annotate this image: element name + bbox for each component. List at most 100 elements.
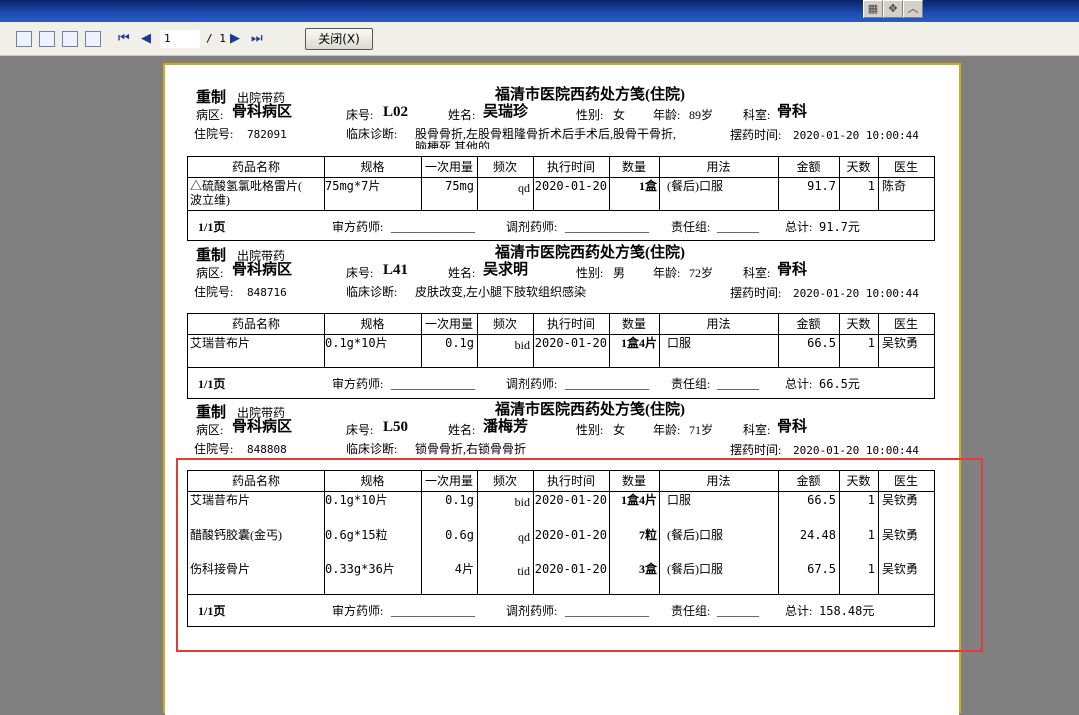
table-divider bbox=[188, 210, 934, 211]
diagnosis-label: 临床诊断: bbox=[346, 442, 398, 456]
cell-qty: 1盒 bbox=[638, 179, 657, 193]
first-page-icon[interactable]: ⏮ bbox=[118, 31, 130, 47]
collapse-icon[interactable]: ︿ bbox=[903, 0, 923, 18]
bed-label: 床号: bbox=[346, 266, 374, 280]
diagnosis-label: 临床诊断: bbox=[346, 127, 398, 141]
inpatient-no-label: 住院号: bbox=[194, 285, 234, 299]
responsible-label: 责任组: bbox=[671, 220, 711, 234]
highlight-box bbox=[176, 458, 983, 652]
column-header: 执行时间 bbox=[546, 160, 595, 174]
age-value: 71岁 bbox=[689, 423, 714, 437]
close-button[interactable]: 关闭(X) bbox=[305, 28, 373, 50]
cell-dose: 75mg bbox=[445, 179, 474, 193]
cell-doctor: 吴钦勇 bbox=[882, 336, 919, 350]
prescription-table: 药品名称 规格 一次用量 频次 执行时间 数量 用法 金额 天数 医生 △硫酸氢氯吡格雷片(75mg… bbox=[187, 156, 935, 241]
column-header: 天数 bbox=[846, 317, 871, 331]
grid-icon[interactable]: ▦ bbox=[863, 0, 883, 18]
column-header: 数量 bbox=[621, 317, 646, 331]
column-header: 一次用量 bbox=[424, 160, 473, 174]
diagnosis-value: 锁骨骨折,右锁骨骨折 bbox=[415, 442, 527, 456]
ward-label: 病区: bbox=[196, 423, 224, 437]
name-label: 姓名: bbox=[448, 108, 476, 122]
column-header: 药品名称 bbox=[231, 317, 280, 331]
sex-value: 男 bbox=[613, 266, 626, 280]
page-label: 1/1页 bbox=[198, 220, 226, 234]
print-icon[interactable] bbox=[16, 31, 32, 47]
page-number-input[interactable]: 1 bbox=[160, 30, 200, 48]
last-page-icon[interactable]: ⏭ bbox=[251, 31, 263, 47]
age-value: 89岁 bbox=[689, 108, 714, 122]
prescription-title: 福清市医院西药处方笺(住院) bbox=[495, 402, 685, 418]
bed-value: L50 bbox=[383, 419, 409, 435]
preparer-label: 调剂药师: bbox=[506, 377, 558, 391]
column-header: 药品名称 bbox=[231, 160, 280, 174]
discharge-label: 出院带药 bbox=[237, 406, 286, 420]
layout-icon[interactable] bbox=[39, 31, 55, 47]
cell-usage: (餐后)口服 bbox=[667, 179, 723, 193]
discharge-label: 出院带药 bbox=[237, 249, 286, 263]
move-icon[interactable]: ✥ bbox=[883, 0, 903, 18]
sex-label: 性别: bbox=[576, 423, 604, 437]
bed-value: L41 bbox=[383, 262, 409, 278]
cell-freq: bid bbox=[514, 338, 530, 352]
preparer-line: ______________ bbox=[565, 377, 649, 391]
edit-icon[interactable] bbox=[85, 31, 101, 47]
column-header: 天数 bbox=[846, 160, 871, 174]
name-label: 姓名: bbox=[448, 423, 476, 437]
reprint-label: 重制 bbox=[196, 248, 227, 264]
sex-label: 性别: bbox=[576, 266, 604, 280]
dept-value: 骨科 bbox=[777, 419, 808, 435]
cell-dose: 0.1g bbox=[445, 336, 474, 350]
responsible-line: _______ bbox=[717, 377, 759, 391]
column-header: 执行时间 bbox=[546, 317, 595, 331]
bed-label: 床号: bbox=[346, 108, 374, 122]
diagnosis-label: 临床诊断: bbox=[346, 285, 398, 299]
page-label: 1/1页 bbox=[198, 377, 226, 391]
inpatient-no-label: 住院号: bbox=[194, 127, 234, 141]
table-divider bbox=[188, 334, 934, 335]
next-page-icon[interactable]: ▶ bbox=[230, 31, 240, 47]
column-header: 频次 bbox=[492, 160, 517, 174]
prescription-table: 药品名称 规格 一次用量 频次 执行时间 数量 用法 金额 天数 医生 艾瑞昔布片 0.1g*10片 0… bbox=[187, 313, 935, 399]
bed-value: L02 bbox=[383, 104, 409, 120]
column-header: 数量 bbox=[621, 160, 646, 174]
column-header: 医生 bbox=[893, 160, 918, 174]
total-value: 91.7元 bbox=[819, 220, 860, 234]
age-label: 年龄: bbox=[653, 266, 681, 280]
total-label: 总计: bbox=[785, 377, 813, 391]
reprint-label: 重制 bbox=[196, 90, 227, 106]
diagnosis-value: 皮肤改变,左小腿下肢软组织感染 bbox=[415, 285, 587, 299]
column-header: 一次用量 bbox=[424, 317, 473, 331]
age-value: 72岁 bbox=[689, 266, 714, 280]
inpatient-no-label: 住院号: bbox=[194, 442, 234, 456]
cell-days: 1 bbox=[867, 179, 875, 193]
preparer-line: ______________ bbox=[565, 220, 649, 234]
dispense-time-label: 摆药时间: bbox=[730, 286, 782, 300]
cell-amount: 66.5 bbox=[807, 336, 836, 350]
cell-time: 2020-01-20 bbox=[534, 179, 607, 193]
inpatient-no-value: 848808 bbox=[247, 443, 287, 456]
name-label: 姓名: bbox=[448, 266, 476, 280]
column-header: 规格 bbox=[360, 317, 385, 331]
sex-value: 女 bbox=[613, 423, 626, 437]
reviewer-label: 审方药师: bbox=[332, 377, 384, 391]
table-divider bbox=[188, 177, 934, 178]
prescription-title: 福清市医院西药处方笺(住院) bbox=[495, 245, 685, 261]
dispense-time-value: 2020-01-20 10:00:44 bbox=[793, 444, 919, 457]
window-titlebar: ▦ ✥ ︿ bbox=[0, 0, 1079, 22]
prev-page-icon[interactable]: ◀ bbox=[141, 31, 151, 47]
patient-name: 吴求明 bbox=[483, 262, 529, 278]
ward-value: 骨科病区 bbox=[232, 104, 293, 120]
reviewer-label: 审方药师: bbox=[332, 220, 384, 234]
inpatient-no-value: 782091 bbox=[247, 128, 287, 141]
cell-qty: 1盒4片 bbox=[620, 336, 657, 350]
dispense-time-label: 摆药时间: bbox=[730, 443, 782, 457]
cell-usage: 口服 bbox=[667, 336, 692, 350]
cell-freq: qd bbox=[518, 181, 530, 195]
search-icon[interactable] bbox=[62, 31, 78, 47]
dispense-time-value: 2020-01-20 10:00:44 bbox=[793, 287, 919, 300]
age-label: 年龄: bbox=[653, 423, 681, 437]
column-header: 医生 bbox=[893, 317, 918, 331]
cell-doctor: 陈奇 bbox=[882, 179, 907, 193]
ward-label: 病区: bbox=[196, 266, 224, 280]
